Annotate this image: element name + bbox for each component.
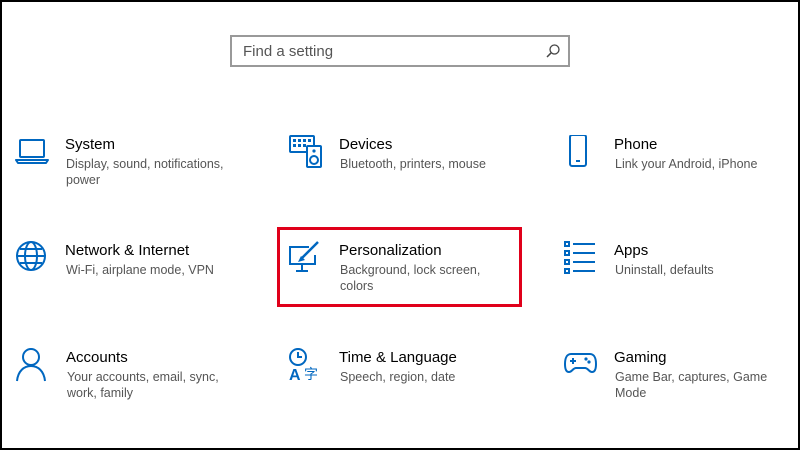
tile-title: Accounts	[66, 349, 128, 366]
time-language-icon: A 字	[289, 348, 323, 384]
tile-personalization[interactable]: Personalization Background, lock screen,…	[289, 241, 529, 321]
tile-time-language[interactable]: A 字 Time & Language Speech, region, date	[289, 348, 529, 428]
tile-network[interactable]: Network & Internet Wi-Fi, airplane mode,…	[15, 241, 255, 321]
paint-monitor-icon	[289, 241, 323, 275]
tile-title: Network & Internet	[65, 242, 190, 259]
tile-description: Wi-Fi, airplane mode, VPN	[66, 263, 214, 277]
tile-title: Devices	[339, 136, 393, 153]
tile-devices[interactable]: Devices Bluetooth, printers, mouse	[289, 135, 529, 215]
tile-title: Apps	[614, 242, 649, 259]
search-input[interactable]	[232, 37, 538, 65]
tile-description: Display, sound, notifications, power	[66, 157, 224, 187]
gamepad-icon	[564, 348, 598, 382]
tile-title: System	[65, 136, 116, 153]
tile-apps[interactable]: Apps Uninstall, defaults	[564, 241, 800, 321]
tile-description: Game Bar, captures, Game Mode	[615, 370, 768, 400]
tile-accounts[interactable]: Accounts Your accounts, email, sync, wor…	[16, 348, 256, 428]
tile-title: Gaming	[614, 349, 667, 366]
keyboard-speaker-icon	[289, 135, 323, 169]
tile-description: Uninstall, defaults	[615, 263, 714, 277]
tile-system[interactable]: System Display, sound, notifications, po…	[15, 135, 255, 215]
svg-text:字: 字	[304, 367, 318, 382]
tile-description: Link your Android, iPhone	[615, 157, 758, 171]
svg-text:A: A	[289, 367, 301, 382]
tile-description: Bluetooth, printers, mouse	[340, 157, 486, 171]
tile-gaming[interactable]: Gaming Game Bar, captures, Game Mode	[564, 348, 800, 428]
apps-list-icon	[564, 241, 598, 275]
globe-icon	[15, 241, 49, 275]
laptop-icon	[15, 135, 49, 169]
tile-phone[interactable]: Phone Link your Android, iPhone	[564, 134, 800, 215]
tile-title: Phone	[614, 136, 658, 153]
tile-description: Background, lock screen, colors	[340, 263, 481, 293]
tile-description: Speech, region, date	[340, 370, 456, 384]
tile-title: Time & Language	[339, 349, 457, 366]
search-box[interactable]	[230, 35, 570, 67]
tile-title: Personalization	[339, 242, 442, 259]
person-icon	[16, 348, 50, 382]
phone-icon	[564, 134, 598, 169]
search-icon[interactable]	[538, 37, 568, 65]
tile-description: Your accounts, email, sync, work, family	[67, 370, 219, 400]
